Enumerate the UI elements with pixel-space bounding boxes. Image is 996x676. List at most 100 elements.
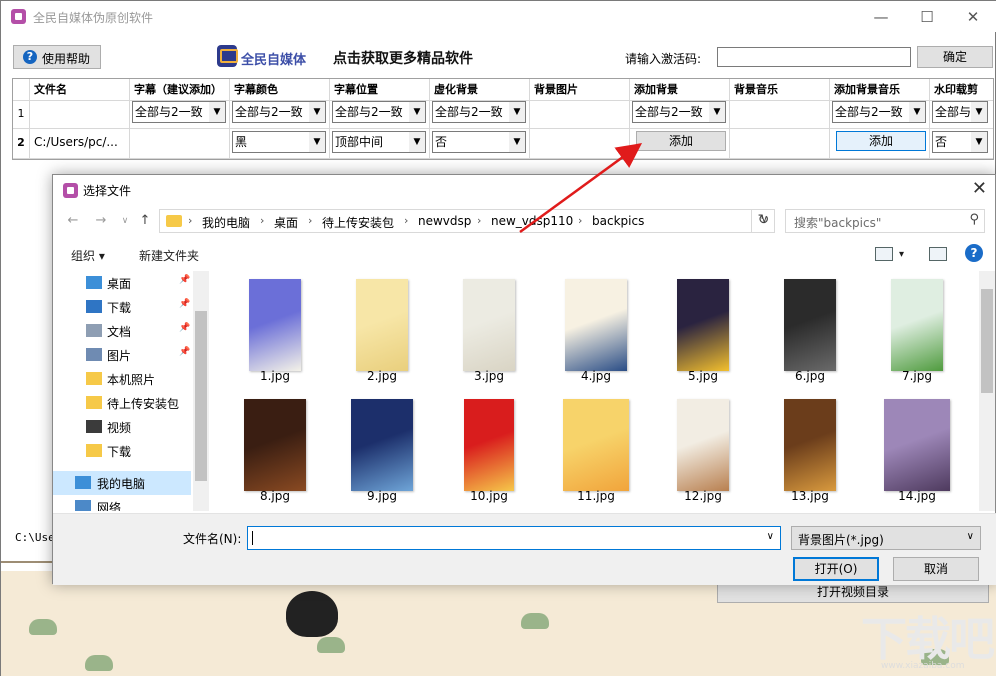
table-cell[interactable] bbox=[32, 101, 126, 125]
preview-pane-icon[interactable] bbox=[929, 247, 947, 261]
nav-item[interactable]: 网络 bbox=[53, 495, 191, 511]
file-item[interactable]: 9.jpg bbox=[332, 391, 432, 507]
confirm-button[interactable]: 确定 bbox=[917, 46, 993, 68]
breadcrumb-item[interactable]: newvdsp bbox=[418, 214, 471, 228]
column-header[interactable]: 文件名 bbox=[34, 81, 67, 97]
column-header[interactable]: 背景音乐 bbox=[734, 81, 778, 97]
maximize-button[interactable]: ☐ bbox=[917, 7, 937, 27]
file-item[interactable]: 12.jpg bbox=[653, 391, 753, 507]
cell-dropdown[interactable]: 否 ▼ bbox=[932, 131, 988, 153]
new-folder-button[interactable]: 新建文件夹 bbox=[139, 247, 199, 264]
refresh-icon[interactable]: ↻ bbox=[751, 209, 775, 233]
forward-arrow-icon[interactable]: → bbox=[93, 213, 109, 229]
table-cell[interactable] bbox=[732, 131, 826, 155]
table-cell[interactable]: 全部与2一致 ▼ bbox=[332, 101, 426, 125]
cell-dropdown[interactable]: 顶部中间 ▼ bbox=[332, 131, 426, 153]
file-scrollbar-thumb[interactable] bbox=[981, 289, 993, 393]
table-cell[interactable]: 全部与2一致 ▼ bbox=[832, 101, 926, 125]
add-button[interactable]: 添加 bbox=[836, 131, 926, 151]
table-cell[interactable]: 全部与2一致 ▼ bbox=[632, 101, 726, 125]
nav-item[interactable]: 本机照片 bbox=[53, 367, 191, 391]
cancel-button[interactable]: 取消 bbox=[893, 557, 979, 581]
table-cell[interactable]: C:/Users/pc/... bbox=[32, 131, 126, 155]
table-cell[interactable] bbox=[132, 131, 226, 155]
nav-scrollbar[interactable] bbox=[193, 271, 209, 511]
nav-item[interactable]: 待上传安装包 bbox=[53, 391, 191, 415]
breadcrumb-separator-icon[interactable]: › bbox=[477, 214, 481, 227]
breadcrumb-item[interactable]: 待上传安装包 bbox=[322, 214, 394, 231]
column-header[interactable]: 字幕位置 bbox=[334, 81, 378, 97]
file-item[interactable]: 7.jpg bbox=[867, 271, 967, 387]
file-item[interactable]: 2.jpg bbox=[332, 271, 432, 387]
file-list-scrollbar[interactable] bbox=[979, 271, 995, 511]
file-item[interactable]: 1.jpg bbox=[225, 271, 325, 387]
column-header[interactable]: 虚化背景 bbox=[434, 81, 478, 97]
nav-item[interactable]: 我的电脑 bbox=[53, 471, 191, 495]
breadcrumb-item[interactable]: new_vdsp110 bbox=[491, 214, 573, 228]
nav-scrollbar-thumb[interactable] bbox=[195, 311, 207, 481]
activation-code-input[interactable] bbox=[717, 47, 911, 67]
table-cell[interactable]: 否 ▼ bbox=[432, 131, 526, 155]
help-button[interactable]: ? 使用帮助 bbox=[13, 45, 101, 69]
table-cell[interactable]: 全部与2一致 ▼ bbox=[232, 101, 326, 125]
table-cell[interactable]: 添加 bbox=[832, 131, 926, 155]
add-button[interactable]: 添加 bbox=[636, 131, 726, 151]
breadcrumb-item[interactable]: 我的电脑 bbox=[202, 214, 250, 231]
column-header[interactable]: 水印载剪 bbox=[934, 81, 978, 97]
breadcrumb-item[interactable]: 桌面 bbox=[274, 214, 298, 231]
cell-dropdown[interactable]: 全部与2一致 ▼ bbox=[332, 101, 426, 123]
nav-item[interactable]: 下载 bbox=[53, 439, 191, 463]
cell-dropdown[interactable]: 全部与2一 ▼ bbox=[932, 101, 988, 123]
table-cell[interactable]: 全部与2一 ▼ bbox=[932, 101, 988, 125]
dialog-help-icon[interactable]: ? bbox=[965, 244, 983, 262]
search-box[interactable]: 搜索"backpics" ⚲ bbox=[785, 209, 985, 233]
file-type-select[interactable]: 背景图片(*.jpg) ∨ bbox=[791, 526, 981, 550]
column-header[interactable]: 字幕颜色 bbox=[234, 81, 278, 97]
table-cell[interactable]: 全部与2一致 ▼ bbox=[432, 101, 526, 125]
minimize-button[interactable]: — bbox=[871, 7, 891, 27]
nav-item[interactable]: 桌面 📌 bbox=[53, 271, 191, 295]
up-arrow-icon[interactable]: ↑ bbox=[137, 213, 153, 229]
cell-dropdown[interactable]: 全部与2一致 ▼ bbox=[232, 101, 326, 123]
file-item[interactable]: 8.jpg bbox=[225, 391, 325, 507]
column-header[interactable]: 添加背景音乐 bbox=[834, 81, 900, 97]
cell-dropdown[interactable]: 全部与2一致 ▼ bbox=[632, 101, 726, 123]
nav-item[interactable]: 图片 📌 bbox=[53, 343, 191, 367]
table-cell[interactable] bbox=[532, 101, 626, 125]
column-header[interactable]: 添加背景 bbox=[634, 81, 678, 97]
breadcrumb-separator-icon[interactable]: › bbox=[308, 214, 312, 227]
cell-dropdown[interactable]: 全部与2一致 ▼ bbox=[132, 101, 226, 123]
dialog-close-icon[interactable]: ✕ bbox=[972, 178, 987, 199]
file-item[interactable]: 14.jpg bbox=[867, 391, 967, 507]
table-cell[interactable]: 否 ▼ bbox=[932, 131, 988, 155]
cell-dropdown[interactable]: 黑 ▼ bbox=[232, 131, 326, 153]
file-item[interactable]: 5.jpg bbox=[653, 271, 753, 387]
breadcrumb-separator-icon[interactable]: › bbox=[404, 214, 408, 227]
column-header[interactable]: 字幕（建议添加） bbox=[134, 81, 222, 97]
file-item[interactable]: 6.jpg bbox=[760, 271, 860, 387]
table-cell[interactable] bbox=[732, 101, 826, 125]
promo-link[interactable]: 点击获取更多精品软件 bbox=[333, 48, 473, 68]
table-cell[interactable]: 顶部中间 ▼ bbox=[332, 131, 426, 155]
close-button[interactable]: ✕ bbox=[963, 7, 983, 27]
breadcrumb-separator-icon[interactable]: › bbox=[188, 214, 192, 227]
file-item[interactable]: 3.jpg bbox=[439, 271, 539, 387]
file-item[interactable]: 4.jpg bbox=[546, 271, 646, 387]
organize-menu[interactable]: 组织 ▾ bbox=[71, 247, 105, 264]
breadcrumb-item[interactable]: backpics bbox=[592, 214, 644, 228]
cell-dropdown[interactable]: 全部与2一致 ▼ bbox=[432, 101, 526, 123]
view-mode-icon[interactable] bbox=[875, 247, 893, 261]
table-cell[interactable]: 添加 bbox=[632, 131, 726, 155]
breadcrumb-separator-icon[interactable]: › bbox=[578, 214, 582, 227]
chevron-down-icon[interactable]: ∨ bbox=[767, 531, 774, 542]
file-item[interactable]: 11.jpg bbox=[546, 391, 646, 507]
file-item[interactable]: 13.jpg bbox=[760, 391, 860, 507]
table-cell[interactable] bbox=[532, 131, 626, 155]
cell-dropdown[interactable]: 全部与2一致 ▼ bbox=[832, 101, 926, 123]
table-cell[interactable]: 黑 ▼ bbox=[232, 131, 326, 155]
cell-dropdown[interactable]: 否 ▼ bbox=[432, 131, 526, 153]
open-button[interactable]: 打开(O) bbox=[793, 557, 879, 581]
column-header[interactable]: 背景图片 bbox=[534, 81, 578, 97]
breadcrumb-separator-icon[interactable]: › bbox=[260, 214, 264, 227]
breadcrumb[interactable]: ∨ › 我的电脑 › 桌面 › 待上传安装包 › newvdsp › new_vdsp110 › ba… bbox=[159, 209, 775, 233]
